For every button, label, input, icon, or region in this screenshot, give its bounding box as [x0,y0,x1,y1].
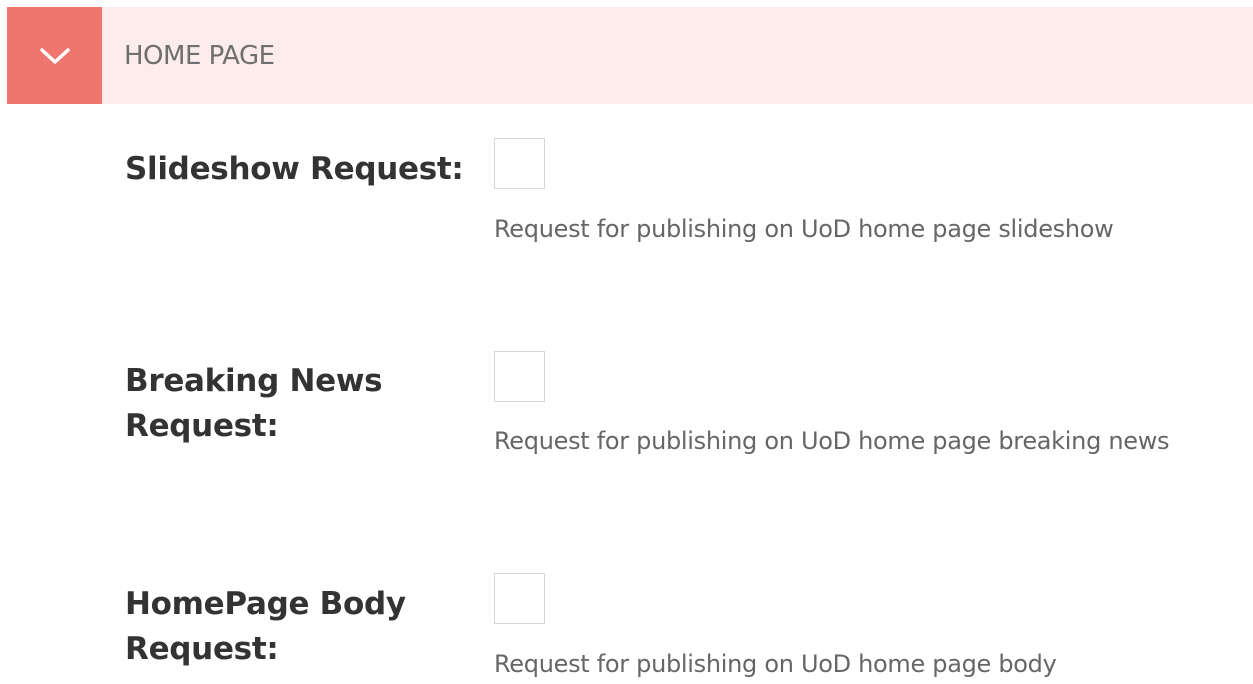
breaking-news-label-line2: Request: [125,408,279,444]
homepage-body-label-line2: Request: [125,631,279,667]
homepage-body-request-label: HomePage Body Request: [125,582,465,672]
breaking-news-request-help: Request for publishing on UoD home page … [494,427,1170,455]
slideshow-request-help: Request for publishing on UoD home page … [494,215,1114,243]
breaking-news-request-label: Breaking News Request: [125,359,465,449]
section-title: HOME PAGE [124,40,275,71]
slideshow-request-label-text: Slideshow Request: [125,151,464,187]
breaking-news-request-checkbox[interactable] [494,351,545,402]
slideshow-request-checkbox[interactable] [494,138,545,189]
breaking-news-label-line1: Breaking News [125,363,383,399]
homepage-body-request-checkbox[interactable] [494,573,545,624]
section-header[interactable]: HOME PAGE [7,7,1253,104]
collapse-toggle-button[interactable] [7,7,102,104]
homepage-body-label-line1: HomePage Body [125,586,406,622]
chevron-down-icon [39,47,70,64]
slideshow-request-label: Slideshow Request: [125,147,465,192]
homepage-body-request-help: Request for publishing on UoD home page … [494,650,1057,678]
